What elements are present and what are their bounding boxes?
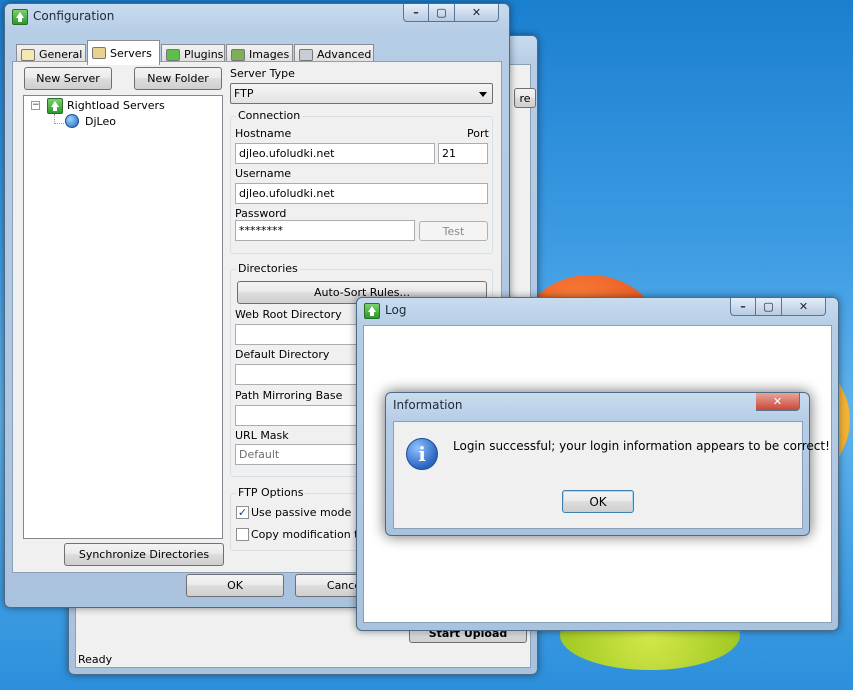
connection-group-title: Connection bbox=[236, 109, 303, 122]
information-dialog: Information ✕ i Login successful; your l… bbox=[385, 392, 830, 536]
default-directory-label: Default Directory bbox=[235, 348, 330, 361]
path-mirroring-label: Path Mirroring Base bbox=[235, 389, 343, 402]
tab-servers-label: Servers bbox=[110, 46, 152, 60]
information-close-button[interactable]: ✕ bbox=[756, 393, 800, 411]
server-tree[interactable]: − Rightload Servers DjLeo bbox=[23, 95, 223, 539]
port-field[interactable]: 21 bbox=[438, 143, 488, 164]
info-icon: i bbox=[406, 438, 438, 470]
web-root-label: Web Root Directory bbox=[235, 308, 342, 321]
hostname-label: Hostname bbox=[235, 127, 292, 140]
new-server-button[interactable]: New Server bbox=[24, 67, 112, 90]
username-label: Username bbox=[235, 167, 292, 180]
passive-mode-label[interactable]: Use passive mode bbox=[251, 506, 351, 519]
password-field[interactable]: ******** bbox=[235, 220, 415, 241]
status-bar-text: Ready bbox=[78, 653, 113, 666]
information-body: i Login successful; your login informati… bbox=[393, 421, 830, 529]
port-label: Port bbox=[467, 127, 489, 140]
server-type-select[interactable]: FTP bbox=[230, 83, 493, 104]
information-ok-button[interactable]: OK bbox=[562, 490, 634, 513]
password-label: Password bbox=[235, 207, 287, 220]
ok-button[interactable]: OK bbox=[186, 574, 284, 597]
information-message: Login successful; your login information… bbox=[453, 439, 830, 453]
caption-buttons: – ▢ ✕ bbox=[403, 4, 499, 22]
username-field[interactable]: djleo.ufoludki.net bbox=[235, 183, 488, 204]
passive-mode-checkbox[interactable]: ✓ bbox=[236, 506, 249, 519]
tab-images-label: Images bbox=[249, 48, 290, 61]
copy-time-checkbox[interactable] bbox=[236, 528, 249, 541]
tree-expander-icon[interactable]: − bbox=[31, 101, 40, 110]
tab-general-label: General bbox=[39, 48, 83, 61]
advanced-tab-icon bbox=[299, 48, 313, 61]
url-mask-label: URL Mask bbox=[235, 429, 289, 442]
log-app-icon bbox=[364, 303, 380, 319]
new-folder-button[interactable]: New Folder bbox=[134, 67, 222, 90]
tab-servers[interactable]: Servers bbox=[87, 40, 160, 65]
close-button[interactable]: ✕ bbox=[455, 4, 499, 22]
plugins-tab-icon bbox=[166, 48, 180, 61]
maximize-button[interactable]: ▢ bbox=[429, 4, 455, 22]
server-type-value: FTP bbox=[234, 87, 254, 100]
synchronize-directories-button[interactable]: Synchronize Directories bbox=[64, 543, 224, 566]
chevron-down-icon bbox=[479, 92, 487, 97]
tab-advanced-label: Advanced bbox=[317, 48, 372, 61]
log-titlebar[interactable]: Log – ▢ ✕ bbox=[357, 298, 838, 324]
general-tab-icon bbox=[21, 48, 35, 61]
log-minimize-button[interactable]: – bbox=[730, 298, 756, 316]
information-caption-buttons: ✕ bbox=[756, 393, 800, 411]
log-maximize-button[interactable]: ▢ bbox=[756, 298, 782, 316]
tab-plugins-label: Plugins bbox=[184, 48, 224, 61]
ftp-options-group-title: FTP Options bbox=[236, 486, 306, 499]
directories-group-title: Directories bbox=[236, 262, 300, 275]
test-button[interactable]: Test bbox=[419, 221, 488, 241]
information-titlebar[interactable]: Information ✕ bbox=[386, 393, 809, 419]
server-globe-icon bbox=[65, 114, 79, 128]
configuration-title: Configuration bbox=[33, 9, 115, 23]
information-title: Information bbox=[393, 398, 463, 412]
tree-root-label[interactable]: Rightload Servers bbox=[67, 99, 165, 112]
rightload-servers-icon bbox=[47, 98, 63, 114]
images-tab-icon bbox=[231, 48, 245, 61]
main-window-partial-button[interactable]: re bbox=[514, 88, 536, 108]
tree-child-label[interactable]: DjLeo bbox=[85, 115, 116, 128]
log-title: Log bbox=[385, 303, 407, 317]
app-icon bbox=[12, 9, 28, 25]
server-type-label: Server Type bbox=[230, 67, 295, 80]
servers-tab-icon bbox=[92, 47, 106, 59]
tree-connector bbox=[54, 114, 64, 124]
minimize-button[interactable]: – bbox=[403, 4, 429, 22]
log-caption-buttons: – ▢ ✕ bbox=[730, 298, 826, 316]
log-close-button[interactable]: ✕ bbox=[782, 298, 826, 316]
configuration-titlebar[interactable]: Configuration – ▢ ✕ bbox=[5, 4, 509, 30]
hostname-field[interactable]: djleo.ufoludki.net bbox=[235, 143, 435, 164]
